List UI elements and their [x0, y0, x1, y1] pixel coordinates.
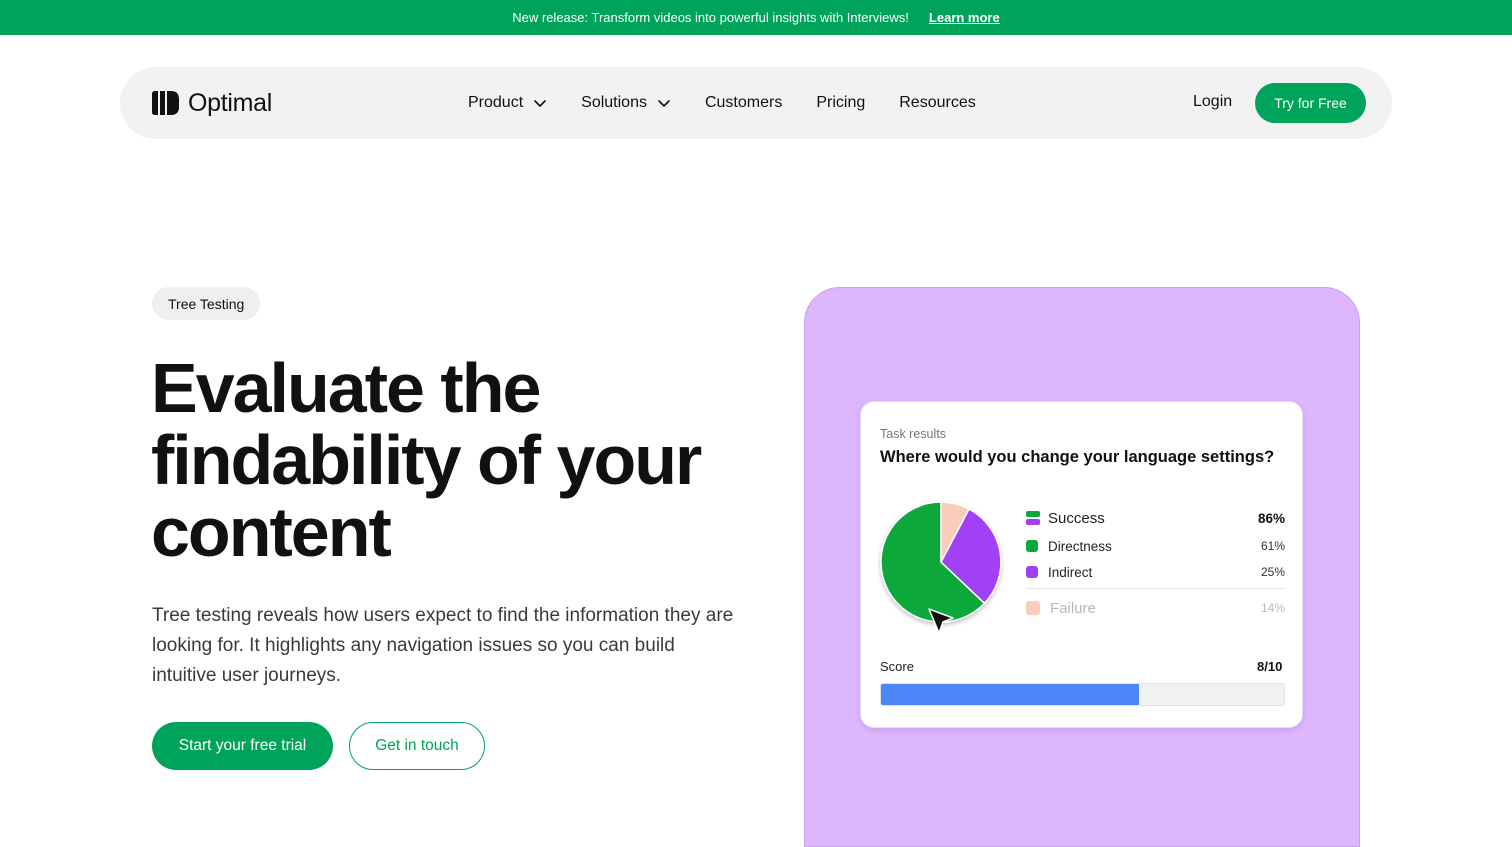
- task-question: Where would you change your language set…: [880, 448, 1275, 466]
- nav-item-pricing[interactable]: Pricing: [816, 94, 865, 112]
- legend-value: 86%: [1257, 510, 1285, 526]
- nav-item-label: Customers: [704, 94, 783, 111]
- main-navigation: Optimal Product Solutions Customers Pric…: [120, 67, 1392, 139]
- legend-indirect: Indirect 25%: [1026, 562, 1285, 582]
- logo-wordmark: Optimal: [188, 88, 273, 117]
- chevron-down-icon: [658, 100, 670, 107]
- legend-directness: Directness 61%: [1026, 536, 1285, 556]
- legend-value: 14%: [1260, 601, 1285, 615]
- try-for-free-button[interactable]: Try for Free: [1255, 83, 1366, 123]
- page-title: Evaluate the findability of your content: [151, 349, 702, 571]
- hero-description: Tree testing reveals how users expect to…: [152, 605, 734, 686]
- score-progress-fill: [881, 684, 1139, 705]
- legend-divider: [1026, 588, 1285, 589]
- nav-item-product[interactable]: Product: [468, 94, 547, 112]
- start-free-trial-button[interactable]: Start your free trial: [152, 722, 333, 770]
- nav-item-customers[interactable]: Customers: [705, 94, 782, 112]
- card-kicker: Task results: [880, 427, 946, 441]
- nav-item-label: Product: [468, 94, 524, 111]
- announcement-banner: New release: Transform videos into power…: [0, 0, 1512, 35]
- nav-item-resources[interactable]: Resources: [899, 94, 975, 112]
- legend-swatch: [1026, 601, 1040, 615]
- success-stack-icon: [1026, 511, 1040, 525]
- results-pie-chart: [880, 501, 1002, 634]
- legend-label: Directness: [1048, 538, 1112, 554]
- legend-success: Success 86%: [1026, 508, 1285, 528]
- legend-label: Indirect: [1048, 564, 1093, 580]
- legend-label: Failure: [1050, 599, 1096, 617]
- legend-label: Success: [1048, 509, 1105, 527]
- legend-failure: Failure 14%: [1026, 598, 1285, 618]
- nav-item-label: Resources: [899, 94, 976, 111]
- nav-item-label: Pricing: [816, 94, 866, 111]
- legend-swatch: [1026, 540, 1038, 552]
- learn-more-link[interactable]: Learn more: [929, 10, 1000, 25]
- legend-value: 61%: [1260, 539, 1285, 553]
- banner-message: New release: Transform videos into power…: [512, 10, 909, 25]
- nav-item-solutions[interactable]: Solutions: [581, 94, 671, 112]
- nav-item-label: Solutions: [581, 94, 647, 111]
- chevron-down-icon: [534, 100, 546, 107]
- logo[interactable]: Optimal: [152, 89, 272, 117]
- nav-menu: Product Solutions Customers Pricing Reso…: [468, 67, 1010, 139]
- score-value: 8/10: [1257, 659, 1283, 674]
- score-label: Score: [880, 659, 914, 674]
- login-link[interactable]: Login: [1193, 93, 1232, 111]
- legend-swatch: [1026, 566, 1038, 578]
- legend-value: 25%: [1260, 565, 1285, 579]
- score-progress-bar: [880, 683, 1285, 706]
- get-in-touch-button[interactable]: Get in touch: [349, 722, 485, 770]
- task-results-card: Task results Where would you change your…: [860, 401, 1303, 728]
- category-tag: Tree Testing: [152, 287, 261, 320]
- optimal-logo-icon: [152, 91, 179, 115]
